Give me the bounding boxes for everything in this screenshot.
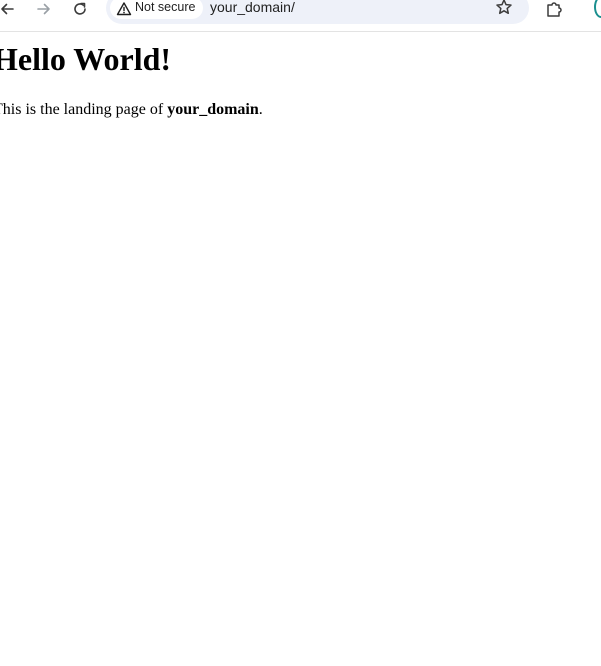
security-label: Not secure [135, 0, 196, 14]
reload-button[interactable] [69, 0, 91, 18]
domain-name: your_domain [167, 101, 259, 118]
page-heading: Hello World! [0, 41, 172, 77]
arrow-right-icon [37, 3, 50, 15]
address-bar[interactable]: Not secure your_domain/ [106, 0, 529, 24]
security-chip[interactable]: Not secure [110, 0, 203, 19]
page-content: Hello World! This is the landing page of… [0, 31, 601, 120]
star-icon[interactable] [495, 0, 513, 16]
url-text[interactable]: your_domain/ [210, 0, 295, 15]
forward-button[interactable] [33, 0, 55, 18]
puzzle-icon[interactable] [545, 0, 565, 18]
landing-paragraph: This is the landing page of your_domain. [0, 100, 601, 120]
browser-toolbar: Not secure your_domain/ [0, 0, 601, 32]
back-button[interactable] [0, 0, 18, 18]
arrow-left-icon [1, 3, 14, 15]
reload-icon [74, 2, 86, 15]
paragraph-prefix: This is the landing page of [0, 101, 168, 118]
warning-triangle-icon [116, 2, 132, 16]
paragraph-suffix: . [258, 101, 263, 118]
profile-avatar[interactable] [594, 0, 601, 18]
